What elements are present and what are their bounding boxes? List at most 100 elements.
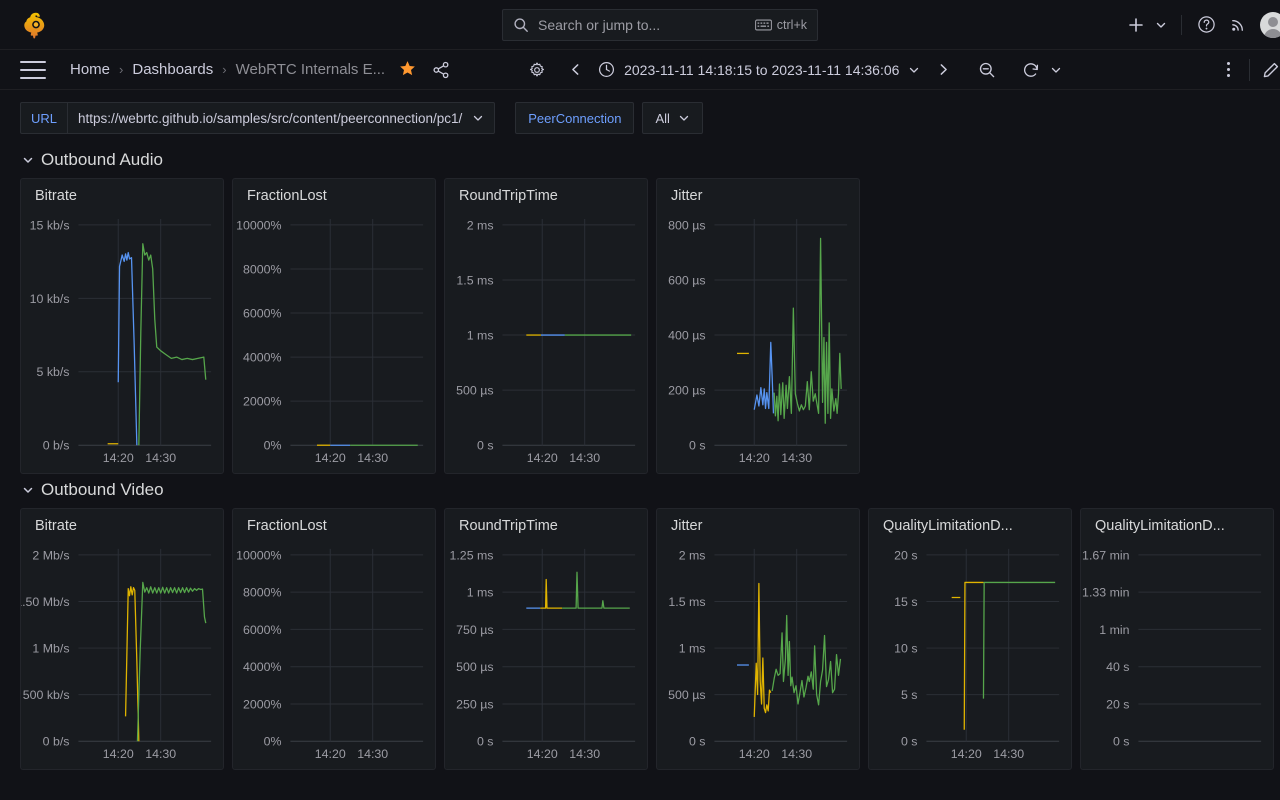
panel-audio-roundtriptime[interactable]: RoundTripTime 0 s 500 µs 1 ms 1.5 ms 2 ms 14:2… <box>444 178 648 474</box>
panel-plot[interactable]: 0 s 500 µs 1 ms 1.5 ms 2 ms 14:20 14:30 <box>445 211 647 473</box>
panel-title: Jitter <box>671 518 703 534</box>
y-axis-tick-label: 5 s <box>901 688 918 702</box>
toolbar-divider <box>1249 58 1250 81</box>
share-icon <box>433 61 449 78</box>
y-axis-tick-label: 500 µs <box>456 384 493 398</box>
y-axis-tick-label: 1.50 Mb/s <box>21 595 70 609</box>
breadcrumb-separator: › <box>222 62 227 77</box>
y-axis-tick-label: 6000% <box>243 623 282 637</box>
panel-plot[interactable]: 0 s 5 s 10 s 15 s 20 s 14:20 14:30 <box>869 541 1071 769</box>
panel-title: Bitrate <box>35 188 77 204</box>
row-title: Outbound Video <box>41 480 164 499</box>
series-line <box>117 251 138 446</box>
y-axis-tick-label: 250 µs <box>456 697 493 711</box>
y-axis-tick-label: 40 s <box>1106 660 1129 674</box>
time-shift-back-button[interactable] <box>560 55 590 85</box>
y-axis-tick-label: 0 s <box>477 439 493 453</box>
more-options-button[interactable] <box>1213 55 1243 85</box>
add-new-button[interactable] <box>1120 9 1152 41</box>
chevron-down-icon <box>1156 22 1166 28</box>
share-dashboard-button[interactable] <box>432 61 450 79</box>
panel-plot[interactable]: 0 b/s 500 kb/s 1 Mb/s 1.50 Mb/s 2 Mb/s 14:20 1… <box>21 541 223 769</box>
clock-icon <box>599 61 615 78</box>
x-axis-tick-label: 14:30 <box>569 747 600 761</box>
grafana-logo-button[interactable] <box>0 11 50 39</box>
panel-video-fractionlost[interactable]: FractionLost 0% 2000% 4000% 6000% 8000% 10000%… <box>232 508 436 770</box>
row-header-outbound-audio[interactable]: Outbound Audio <box>0 144 1280 178</box>
template-variables-bar: URL https://webrtc.github.io/samples/src… <box>0 90 1280 144</box>
y-axis-tick-label: 0 s <box>689 735 706 749</box>
panel-plot[interactable]: 0 s 500 µs 1 ms 1.5 ms 2 ms 14:20 14:30 <box>657 541 859 769</box>
panel-video-qualitylimitation-1[interactable]: QualityLimitationD... 0 s 5 s 10 s 15 s 20 s 1… <box>868 508 1072 770</box>
variable-peerconnection-select[interactable]: All <box>642 102 703 134</box>
y-axis-tick-label: 1.33 min <box>1082 586 1130 600</box>
panel-plot[interactable]: 0 s 20 s 40 s 1 min 1.33 min 1.67 min <box>1081 541 1273 769</box>
x-axis-tick-label: 14:20 <box>315 451 346 465</box>
y-axis-tick-label: 10 s <box>894 642 917 656</box>
panel-audio-jitter[interactable]: Jitter 0 s 200 µs 400 µs 600 µs 800 µs 14:20 14… <box>656 178 860 474</box>
panel-plot[interactable]: 0% 2000% 4000% 6000% 8000% 10000% 14:20 14:30 <box>233 211 435 473</box>
panel-video-bitrate[interactable]: Bitrate 0 b/s 500 kb/s 1 Mb/s 1.50 Mb/s 2 Mb/… <box>20 508 224 770</box>
series-line <box>773 237 842 424</box>
panel-plot[interactable]: 0 s 200 µs 400 µs 600 µs 800 µs 14:20 14:30 <box>657 211 859 473</box>
panel-audio-fractionlost[interactable]: FractionLost 0% 2000% 4000% 6000% 8000% 10000%… <box>232 178 436 474</box>
dashboard-toolbar: Home › Dashboards › WebRTC Internals E..… <box>0 50 1280 90</box>
news-button[interactable] <box>1222 9 1254 41</box>
pencil-icon <box>1263 62 1279 77</box>
y-axis-tick-label: 0 b/s <box>43 735 70 749</box>
series-line <box>562 571 630 609</box>
variable-peerconnection-label[interactable]: PeerConnection <box>515 102 635 134</box>
breadcrumb-item-dashboards[interactable]: Dashboards <box>132 61 213 78</box>
favorite-star-icon[interactable] <box>399 60 416 80</box>
variable-url: URL https://webrtc.github.io/samples/src… <box>20 102 496 134</box>
y-axis-tick-label: 4000% <box>243 351 282 365</box>
y-axis-tick-label: 15 kb/s <box>30 218 70 232</box>
x-axis-tick-label: 14:20 <box>103 451 134 465</box>
panel-plot[interactable]: 0% 2000% 4000% 6000% 8000% 10000% 14:20 14:30 <box>233 541 435 769</box>
time-shift-forward-button[interactable] <box>928 55 958 85</box>
help-button[interactable] <box>1190 9 1222 41</box>
series-line <box>982 581 1056 699</box>
y-axis-tick-label: 20 s <box>894 548 917 562</box>
x-axis-tick-label: 14:30 <box>781 451 812 465</box>
chevron-down-icon <box>474 115 483 121</box>
add-new-dropdown[interactable] <box>1153 9 1169 41</box>
breadcrumb-item-current-dashboard[interactable]: WebRTC Internals E... <box>236 61 386 78</box>
panel-video-jitter[interactable]: Jitter 0 s 500 µs 1 ms 1.5 ms 2 ms 14:20 14:30 <box>656 508 860 770</box>
zoom-out-time-button[interactable] <box>972 55 1002 85</box>
variable-url-select[interactable]: https://webrtc.github.io/samples/src/con… <box>67 102 496 134</box>
panel-plot[interactable]: 0 s 250 µs 500 µs 750 µs 1 ms 1.25 ms 14:20 14:… <box>445 541 647 769</box>
breadcrumb-item-home[interactable]: Home <box>70 61 110 78</box>
y-axis-tick-label: 2000% <box>243 697 282 711</box>
star-icon <box>400 60 415 75</box>
refresh-interval-dropdown[interactable] <box>1046 55 1066 85</box>
chevron-left-icon <box>571 64 579 75</box>
avatar[interactable] <box>1260 11 1280 38</box>
menu-toggle-button[interactable] <box>20 60 46 79</box>
search-icon <box>514 18 528 32</box>
top-navigation-bar: Search or jump to... ctrl+k <box>0 0 1280 50</box>
panel-audio-bitrate[interactable]: Bitrate 0 b/s 5 kb/s 10 kb/s 15 kb/s 14:20 14:… <box>20 178 224 474</box>
row-header-outbound-video[interactable]: Outbound Video <box>0 474 1280 508</box>
chevron-down-icon <box>1052 67 1061 73</box>
refresh-dashboard-button[interactable] <box>1016 55 1046 85</box>
y-axis-tick-label: 1.5 ms <box>668 595 705 609</box>
panel-title: RoundTripTime <box>459 518 558 534</box>
series-line <box>124 586 140 742</box>
y-axis-tick-label: 5 kb/s <box>37 365 70 379</box>
panel-title: FractionLost <box>247 188 327 204</box>
time-range-picker[interactable]: 2023-11-11 14:18:15 to 2023-11-11 14:36:… <box>590 55 928 85</box>
panel-video-roundtriptime[interactable]: RoundTripTime 0 s 250 µs 500 µs 750 µs 1 ms 1.… <box>444 508 648 770</box>
dashboard-settings-button[interactable] <box>522 55 552 85</box>
y-axis-tick-label: 1 Mb/s <box>32 642 69 656</box>
search-input[interactable]: Search or jump to... ctrl+k <box>502 9 818 41</box>
topnav-actions <box>1120 0 1280 49</box>
edit-panel-button[interactable] <box>1256 55 1280 85</box>
plus-icon <box>1129 17 1143 32</box>
y-axis-tick-label: 800 µs <box>668 218 705 232</box>
y-axis-tick-label: 15 s <box>894 595 917 609</box>
chevron-down-icon <box>23 157 33 163</box>
y-axis-tick-label: 0 s <box>477 735 494 749</box>
panel-plot[interactable]: 0 b/s 5 kb/s 10 kb/s 15 kb/s 14:20 14:30 <box>21 211 223 473</box>
panel-video-qualitylimitation-2[interactable]: QualityLimitationD... 0 s 20 s 40 s 1 min 1.3… <box>1080 508 1274 770</box>
